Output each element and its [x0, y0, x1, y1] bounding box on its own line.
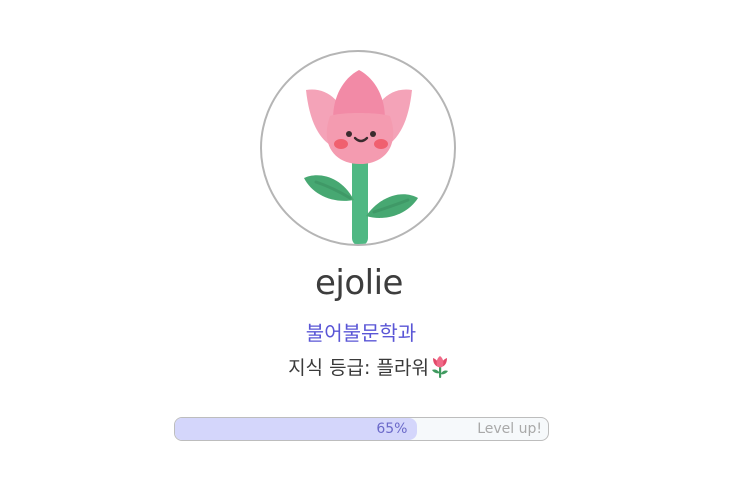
knowledge-grade-label: 지식 등급: 플라워 — [288, 357, 429, 379]
avatar[interactable] — [260, 50, 456, 246]
level-progress-bar: 65% Level up! — [174, 417, 549, 441]
profile-card: ejolie 불어불문학과 지식 등급: 플라워 65% Level up! — [0, 0, 740, 500]
tulip-icon — [431, 356, 448, 378]
knowledge-grade: 지식 등급: 플라워 — [0, 354, 738, 382]
username: ejolie — [315, 263, 403, 303]
level-progress-percent: 65% — [376, 421, 408, 437]
level-up-label: Level up! — [477, 421, 542, 437]
department-link[interactable]: 불어불문학과 — [0, 318, 722, 348]
tulip-character-icon — [304, 70, 418, 244]
